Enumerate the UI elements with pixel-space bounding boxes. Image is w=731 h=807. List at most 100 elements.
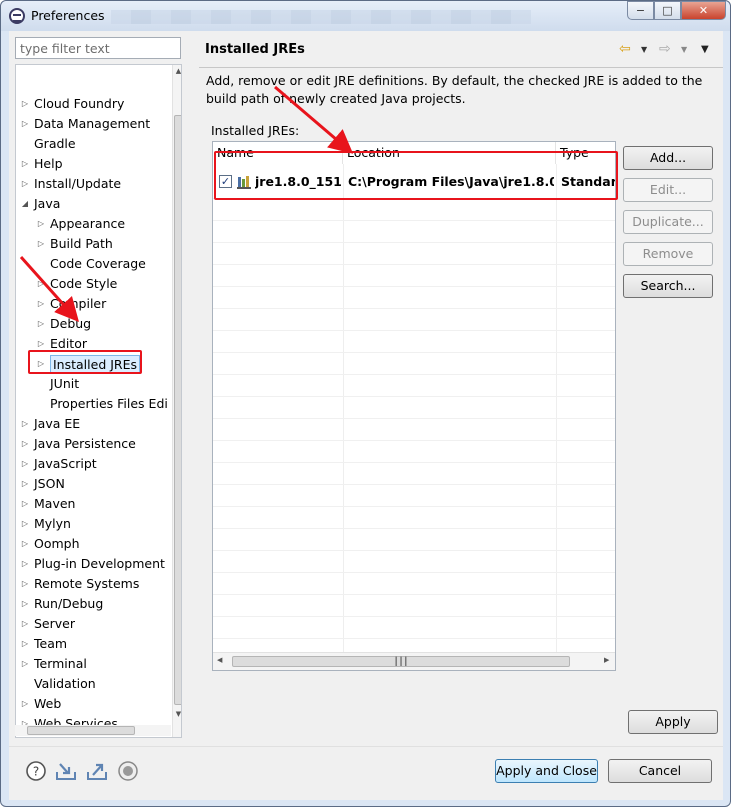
search-jre-button[interactable]: Search... <box>623 274 713 298</box>
tree-collapsed-icon[interactable]: ▷ <box>36 314 46 334</box>
import-icon[interactable] <box>55 760 77 782</box>
filter-input[interactable] <box>15 37 181 59</box>
row-divider <box>213 506 615 507</box>
tree-collapsed-icon[interactable]: ▷ <box>36 234 46 254</box>
tree-item[interactable]: Validation <box>16 674 172 694</box>
installed-jres-label: Installed JREs: <box>211 123 300 138</box>
tree-item[interactable]: ▷ Compiler <box>16 294 172 314</box>
tree-collapsed-icon[interactable]: ▷ <box>20 114 30 134</box>
scroll-left-icon[interactable]: ◀ <box>217 656 222 664</box>
tree-item[interactable]: ▷ Remote Systems <box>16 574 172 594</box>
tree-hscroll-thumb[interactable] <box>27 726 135 735</box>
tree-item[interactable]: ▷ Build Path <box>16 234 172 254</box>
tree-collapsed-icon[interactable]: ▷ <box>20 694 30 714</box>
tree-item[interactable]: JUnit <box>16 374 172 394</box>
table-horizontal-scrollbar[interactable]: ◀ ┃┃┃ ▶ <box>213 652 615 670</box>
tree-item[interactable]: ▷ Install/Update <box>16 174 172 194</box>
edit-jre-button[interactable]: Edit... <box>623 178 713 202</box>
tree-item[interactable]: ▷ Maven <box>16 494 172 514</box>
duplicate-jre-button[interactable]: Duplicate... <box>623 210 713 234</box>
tree-item[interactable]: ▷ Terminal <box>16 654 172 674</box>
page-title: Installed JREs <box>205 42 305 57</box>
apply-button[interactable]: Apply <box>628 710 718 734</box>
tree-item[interactable]: Gradle <box>16 134 172 154</box>
tree-collapsed-icon[interactable]: ▷ <box>20 634 30 654</box>
tree-collapsed-icon[interactable]: ▷ <box>20 414 30 434</box>
tree-collapsed-icon[interactable]: ▷ <box>20 494 30 514</box>
apply-and-close-button[interactable]: Apply and Close <box>495 759 598 783</box>
help-icon[interactable]: ? <box>25 760 47 782</box>
record-icon[interactable] <box>117 760 139 782</box>
tree-collapsed-icon[interactable]: ▷ <box>20 154 30 174</box>
row-divider <box>213 396 615 397</box>
back-arrow-icon[interactable]: ⇦ <box>619 41 631 57</box>
tree-item[interactable]: ▷ Java EE <box>16 414 172 434</box>
minimize-button[interactable]: − <box>627 1 654 20</box>
export-icon[interactable] <box>86 760 108 782</box>
tree-collapsed-icon[interactable]: ▷ <box>20 514 30 534</box>
tree-collapsed-icon[interactable]: ▷ <box>20 474 30 494</box>
tree-item[interactable]: Properties Files Edi <box>16 394 172 414</box>
tree-item[interactable]: ▷ JavaScript <box>16 454 172 474</box>
row-divider <box>213 308 615 309</box>
preference-tree: ▲ ▼ ▷ Cloud Foundry ▷ Data Management Gradle… <box>15 64 182 738</box>
row-divider <box>213 550 615 551</box>
tree-item[interactable]: ▷ Code Style <box>16 274 172 294</box>
tree-item[interactable]: ▷ Data Management <box>16 114 172 134</box>
tree-item-label: JUnit <box>50 376 80 391</box>
tree-item[interactable]: ▷ Mylyn <box>16 514 172 534</box>
tree-item[interactable]: ▷ Web <box>16 694 172 714</box>
tree-collapsed-icon[interactable]: ▷ <box>20 534 30 554</box>
tree-item[interactable]: ▷ Team <box>16 634 172 654</box>
tree-collapsed-icon[interactable]: ▷ <box>20 174 30 194</box>
tree-item[interactable]: Code Coverage <box>16 254 172 274</box>
tree-expanded-icon[interactable]: ◢ <box>20 194 30 214</box>
tree-item[interactable]: ▷ Debug <box>16 314 172 334</box>
tree-item[interactable]: ▷ Java Persistence <box>16 434 172 454</box>
tree-collapsed-icon[interactable]: ▷ <box>36 214 46 234</box>
tree-item[interactable]: ▷ JSON <box>16 474 172 494</box>
tree-item[interactable]: ▷ Server <box>16 614 172 634</box>
tree-collapsed-icon[interactable]: ▷ <box>20 454 30 474</box>
tree-item[interactable]: ▷ Cloud Foundry <box>16 94 172 114</box>
tree-item[interactable]: ▷ Oomph <box>16 534 172 554</box>
minimize-icon: − <box>635 4 646 17</box>
installed-jres-table[interactable]: Name Location Type ✓ jre1.8.0_151 C:\Pro… <box>212 141 616 671</box>
tree-vertical-scrollbar[interactable]: ▲ ▼ <box>172 65 181 737</box>
add-jre-button[interactable]: Add... <box>623 146 713 170</box>
forward-arrow-icon[interactable]: ⇨ <box>659 41 671 57</box>
scroll-up-icon[interactable]: ▲ <box>173 67 181 79</box>
tree-collapsed-icon[interactable]: ▷ <box>20 614 30 634</box>
maximize-button[interactable]: □ <box>654 1 681 20</box>
cancel-button[interactable]: Cancel <box>608 759 712 783</box>
close-window-button[interactable]: ✕ <box>681 1 726 20</box>
tree-item[interactable]: ▷ Appearance <box>16 214 172 234</box>
tree-collapsed-icon[interactable]: ▷ <box>36 294 46 314</box>
tree-item-label: JSON <box>34 476 65 491</box>
tree-collapsed-icon[interactable]: ▷ <box>20 434 30 454</box>
table-hscroll-thumb[interactable]: ┃┃┃ <box>232 656 570 667</box>
tree-scroll-thumb[interactable] <box>174 115 181 705</box>
tree-horizontal-scrollbar[interactable] <box>15 725 171 736</box>
tree-collapsed-icon[interactable]: ▷ <box>20 594 30 614</box>
tree-item[interactable]: ▷ Help <box>16 154 172 174</box>
tree-collapsed-icon[interactable]: ▷ <box>36 274 46 294</box>
tree-item[interactable]: ▷ Plug-in Development <box>16 554 172 574</box>
view-menu-icon[interactable]: ▼ <box>701 44 709 55</box>
close-icon: ✕ <box>698 4 709 17</box>
remove-jre-button[interactable]: Remove <box>623 242 713 266</box>
tree-collapsed-icon[interactable]: ▷ <box>20 554 30 574</box>
tree-item[interactable]: ◢ Java <box>16 194 172 214</box>
title-bar[interactable]: Preferences − □ ✕ <box>1 1 730 31</box>
page-description: Add, remove or edit JRE definitions. By … <box>206 73 703 106</box>
scroll-down-icon[interactable]: ▼ <box>173 710 181 722</box>
scroll-right-icon[interactable]: ▶ <box>604 656 609 664</box>
tree-item-label: Validation <box>34 676 96 691</box>
tree-collapsed-icon[interactable]: ▷ <box>20 574 30 594</box>
tree-collapsed-icon[interactable]: ▷ <box>20 94 30 114</box>
row-divider <box>213 220 615 221</box>
tree-item[interactable]: ▷ Run/Debug <box>16 594 172 614</box>
back-dropdown-icon[interactable]: ▼ <box>641 45 647 54</box>
tree-collapsed-icon[interactable]: ▷ <box>20 654 30 674</box>
forward-dropdown-icon[interactable]: ▼ <box>681 45 687 54</box>
